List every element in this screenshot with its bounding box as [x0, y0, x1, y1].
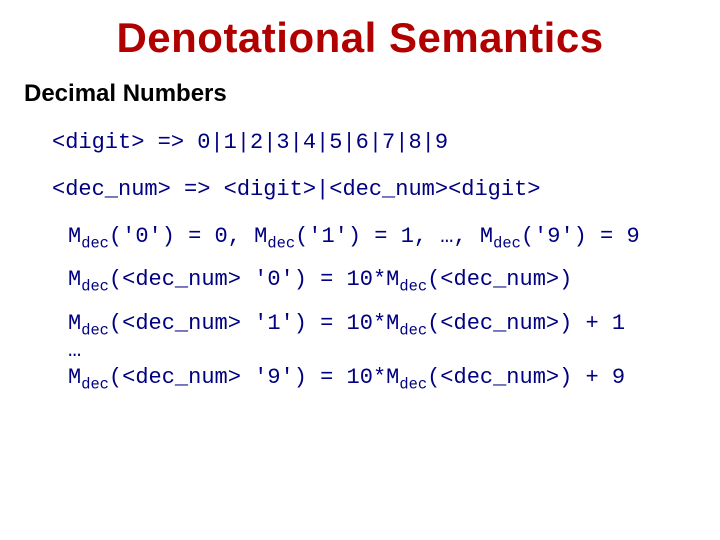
eq-text: ('1') = 1, …, M	[295, 224, 493, 249]
equation-recursive-0: Mdec(<dec_num> '0') = 10*Mdec(<dec_num>)	[68, 267, 696, 292]
eq-text: (<dec_num> '1') = 10*M	[109, 311, 399, 336]
equation-ellipsis: …	[68, 338, 696, 363]
dec-subscript: dec	[81, 321, 109, 339]
equation-base-cases: Mdec('0') = 0, Mdec('1') = 1, …, Mdec('9…	[68, 224, 696, 249]
dec-subscript: dec	[399, 278, 427, 296]
slide-title: Denotational Semantics	[24, 14, 696, 62]
eq-text: (<dec_num> '9') = 10*M	[109, 365, 399, 390]
eq-text: (<dec_num>)	[427, 267, 572, 292]
dec-subscript: dec	[399, 376, 427, 394]
slide-body: <digit> => 0|1|2|3|4|5|6|7|8|9 <dec_num>…	[24, 130, 696, 390]
eq-text: (<dec_num> '0') = 10*M	[109, 267, 399, 292]
eq-text: ('9') = 9	[521, 224, 640, 249]
M-symbol: M	[68, 224, 81, 249]
dec-subscript: dec	[399, 321, 427, 339]
equation-recursive-1: Mdec(<dec_num> '1') = 10*Mdec(<dec_num>)…	[68, 311, 696, 336]
slide: Denotational Semantics Decimal Numbers <…	[0, 0, 720, 540]
eq-text: (<dec_num>) + 9	[427, 365, 625, 390]
dec-subscript: dec	[493, 234, 521, 252]
equation-recursive-9: Mdec(<dec_num> '9') = 10*Mdec(<dec_num>)…	[68, 365, 696, 390]
M-symbol: M	[68, 311, 81, 336]
M-symbol: M	[68, 365, 81, 390]
M-symbol: M	[68, 267, 81, 292]
eq-text: (<dec_num>) + 1	[427, 311, 625, 336]
eq-text: ('0') = 0, M	[109, 224, 267, 249]
grammar-rule-digit: <digit> => 0|1|2|3|4|5|6|7|8|9	[52, 130, 696, 155]
section-heading: Decimal Numbers	[24, 80, 696, 108]
equations-block: Mdec('0') = 0, Mdec('1') = 1, …, Mdec('9…	[68, 224, 696, 390]
dec-subscript: dec	[267, 234, 295, 252]
dec-subscript: dec	[81, 376, 109, 394]
dec-subscript: dec	[81, 278, 109, 296]
dec-subscript: dec	[81, 234, 109, 252]
grammar-rule-decnum: <dec_num> => <digit>|<dec_num><digit>	[52, 177, 696, 202]
